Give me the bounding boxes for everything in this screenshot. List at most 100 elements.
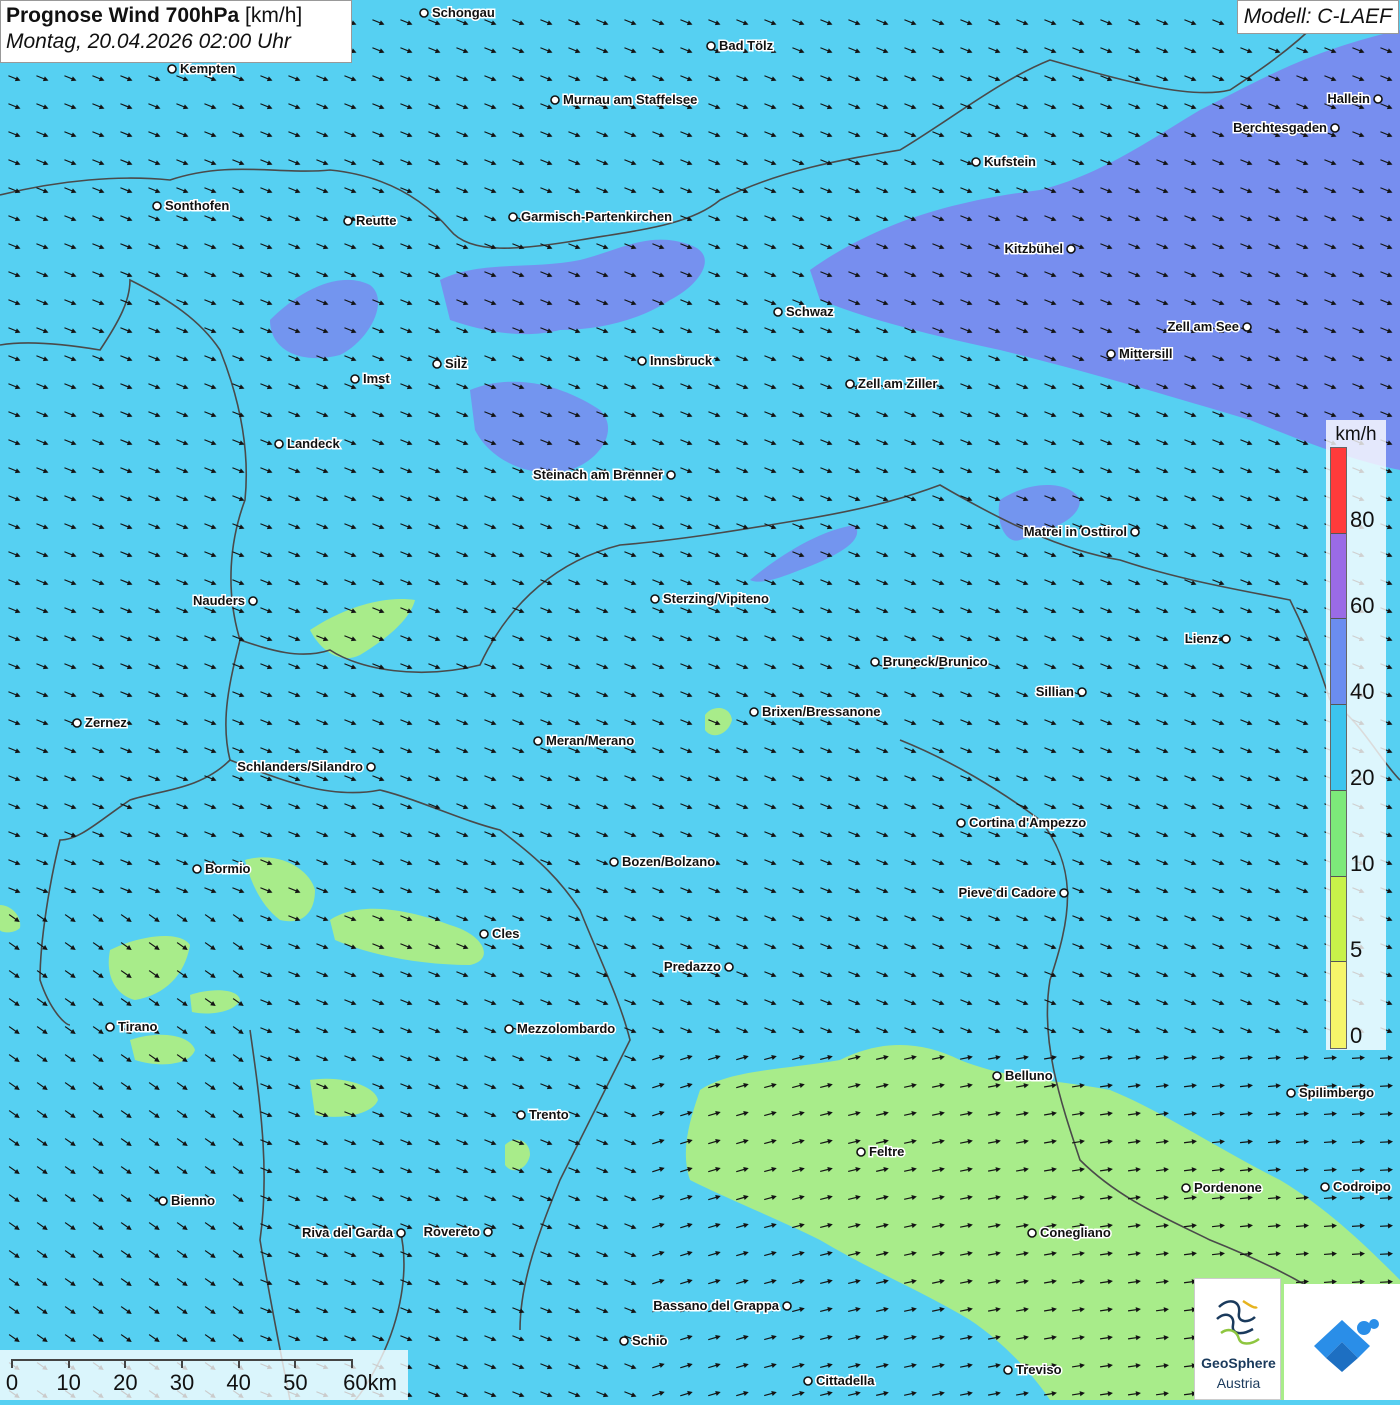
city-dot-icon: [483, 1227, 493, 1237]
city-dot-icon: [152, 201, 162, 211]
city-label: Sillian: [1036, 684, 1074, 699]
city-dot-icon: [1221, 634, 1231, 644]
city-label: Schio: [632, 1333, 667, 1348]
city-marker: Cortina d'Ampezzo: [956, 814, 1088, 832]
city-label: Trento: [529, 1107, 569, 1122]
map-title-unit: [km/h]: [239, 4, 303, 27]
city-dot-icon: [1059, 888, 1069, 898]
map-title: Prognose Wind 700hPa [km/h]: [6, 4, 351, 28]
city-dot-icon: [1373, 94, 1383, 104]
city-dot-icon: [749, 707, 759, 717]
city-marker: Bozen/Bolzano: [609, 853, 717, 871]
city-label: Pordenone: [1194, 1180, 1262, 1195]
city-dot-icon: [650, 594, 660, 604]
legend-tick-label: 60: [1350, 593, 1375, 618]
scale-label: 50: [283, 1370, 308, 1395]
city-marker: Sterzing/Vipiteno: [650, 590, 770, 608]
city-marker: Steinach am Brenner: [531, 466, 676, 484]
wind-map: Schongau Bad Tölz Kempten Murnau am Staffel…: [0, 0, 1400, 1400]
city-marker: Riva del Garda: [300, 1224, 406, 1242]
city-marker: Mezzolombardo: [504, 1020, 617, 1038]
city-label: Steinach am Brenner: [533, 467, 663, 482]
city-dot-icon: [619, 1336, 629, 1346]
city-label: Rovereto: [424, 1224, 480, 1239]
city-label: Landeck: [287, 436, 341, 451]
forecast-datetime: Montag, 20.04.2026 02:00 Uhr: [6, 30, 291, 53]
city-dot-icon: [158, 1196, 168, 1206]
scale-tick: [294, 1359, 297, 1368]
city-dot-icon: [1286, 1088, 1296, 1098]
city-label: Cles: [492, 926, 519, 941]
city-label: Conegliano: [1040, 1225, 1111, 1240]
city-marker: Spilimbergo: [1286, 1084, 1376, 1102]
scale-tick: [237, 1359, 240, 1368]
city-label: Sonthofen: [165, 198, 229, 213]
city-marker: Zell am Ziller: [845, 375, 939, 393]
city-label: Bad Tölz: [719, 38, 774, 53]
wetter-app-logo[interactable]: [1284, 1284, 1400, 1400]
city-dot-icon: [856, 1147, 866, 1157]
geosphere-logo-icon: [1216, 1299, 1260, 1345]
city-marker: Brixen/Bressanone: [749, 703, 882, 721]
city-label: Schongau: [432, 5, 495, 20]
city-marker: Sonthofen: [152, 197, 231, 215]
city-dot-icon: [724, 962, 734, 972]
city-dot-icon: [1330, 123, 1340, 133]
city-marker: Berchtesgaden: [1232, 119, 1340, 137]
city-marker: Garmisch-Partenkirchen: [508, 208, 674, 226]
city-label: Berchtesgaden: [1233, 120, 1327, 135]
city-label: Garmisch-Partenkirchen: [521, 209, 672, 224]
map-title-main: Prognose Wind 700hPa: [6, 4, 240, 27]
city-dot-icon: [773, 307, 783, 317]
city-marker: Bassano del Grappa: [652, 1297, 792, 1315]
city-label: Bozen/Bolzano: [622, 854, 715, 869]
legend-tick-label: 10: [1350, 851, 1375, 876]
legend-color-segment: [1331, 876, 1346, 963]
city-label: Kempten: [180, 61, 236, 76]
city-dot-icon: [105, 1022, 115, 1032]
city-dot-icon: [72, 718, 82, 728]
city-label: Mittersill: [1119, 346, 1172, 361]
city-label: Nauders: [193, 593, 245, 608]
scale-tick: [124, 1359, 127, 1368]
city-label: Kitzbühel: [1005, 241, 1064, 256]
city-label: Treviso: [1016, 1362, 1062, 1377]
city-dot-icon: [432, 359, 442, 369]
city-label: Bruneck/Brunico: [883, 654, 988, 669]
city-dot-icon: [504, 1024, 514, 1034]
city-label: Tirano: [118, 1019, 158, 1034]
legend-tick-label: 80: [1350, 507, 1375, 532]
map-title-box: Prognose Wind 700hPa [km/h] Montag, 20.0…: [0, 0, 352, 63]
city-dot-icon: [192, 864, 202, 874]
city-dot-icon: [609, 857, 619, 867]
scale-bar: 0 10 20 30 40 50 60km: [0, 1350, 408, 1400]
legend-color-bar: [1330, 447, 1347, 1049]
scale-label: 20: [113, 1370, 138, 1395]
city-label: Matrei in Osttirol: [1024, 524, 1127, 539]
geosphere-logo-name: GeoSphere: [1201, 1355, 1276, 1371]
city-dot-icon: [274, 439, 284, 449]
city-label: Riva del Garda: [302, 1225, 394, 1240]
city-dot-icon: [803, 1376, 813, 1386]
city-label: Bassano del Grappa: [653, 1298, 779, 1313]
city-label: Cittadella: [816, 1373, 875, 1388]
scale-tick: [181, 1359, 183, 1368]
city-label: Imst: [363, 371, 390, 386]
city-dot-icon: [1320, 1182, 1330, 1192]
city-dot-icon: [479, 929, 489, 939]
city-label: Silz: [445, 356, 468, 371]
city-dot-icon: [971, 157, 981, 167]
city-label: Bormio: [205, 861, 251, 876]
city-label: Innsbruck: [650, 353, 713, 368]
city-dot-icon: [533, 736, 543, 746]
city-label: Zell am See: [1167, 319, 1239, 334]
city-label: Zell am Ziller: [858, 376, 937, 391]
geosphere-logo[interactable]: GeoSphere Austria: [1194, 1278, 1281, 1400]
legend-tick-label: 0: [1350, 1023, 1363, 1048]
city-label: Pieve di Cadore: [958, 885, 1056, 900]
legend-color-segment: [1331, 705, 1346, 791]
city-label: Kufstein: [984, 154, 1036, 169]
color-legend: km/h 80 60 40 20 10 5 0: [1326, 420, 1386, 1050]
city-marker: Zell am See: [1166, 318, 1252, 336]
city-label: Murnau am Staffelsee: [563, 92, 697, 107]
